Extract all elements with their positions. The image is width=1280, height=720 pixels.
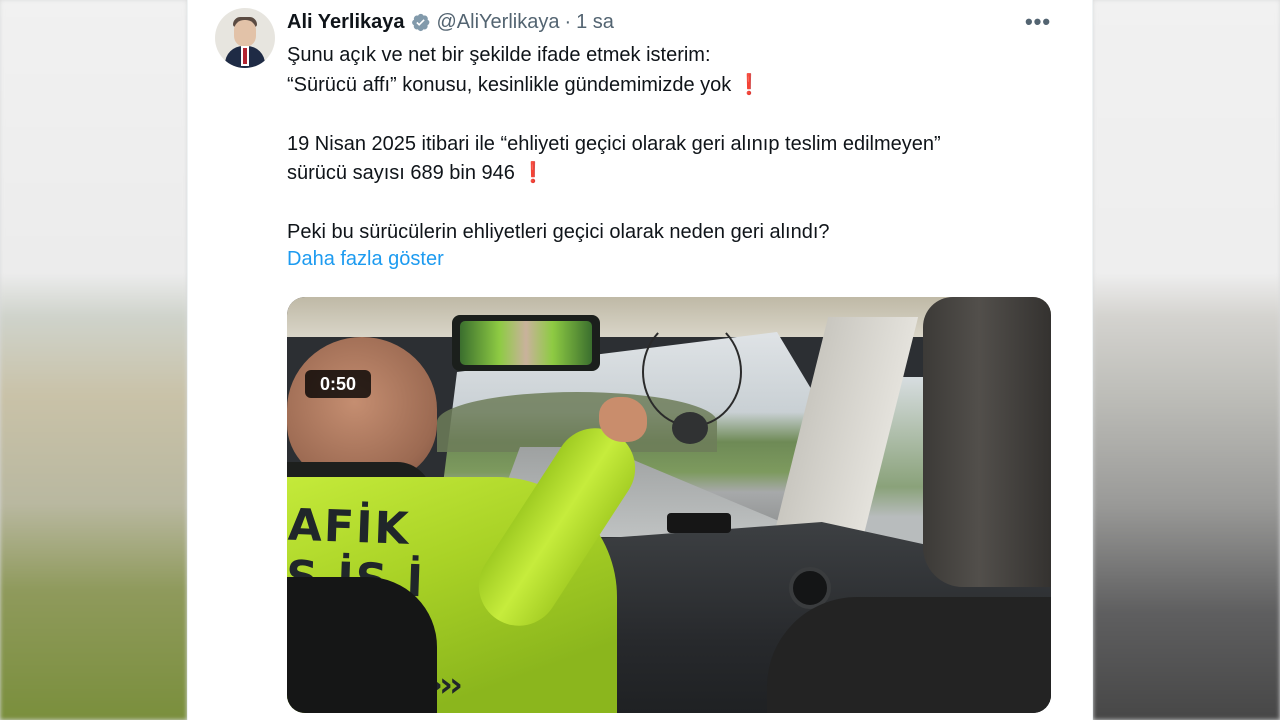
red-exclamation-icon: ❗ bbox=[520, 162, 546, 184]
video-player[interactable]: AFİK Ş İS İ ››› bbox=[287, 297, 1051, 713]
red-exclamation-icon: ❗ bbox=[736, 73, 762, 96]
avatar[interactable] bbox=[215, 8, 275, 68]
tweet-line-1: Şunu açık ve net bir şekilde ifade etmek… bbox=[287, 44, 711, 66]
author-name[interactable]: Ali Yerlikaya bbox=[287, 11, 405, 34]
blurred-backdrop-left bbox=[0, 0, 187, 720]
tweet-text: Şunu açık ve net bir şekilde ifade etmek… bbox=[287, 41, 1067, 248]
tweet-card[interactable]: Ali Yerlikaya @AliYerlikaya · 1 sa ••• Ş… bbox=[187, 0, 1093, 720]
separator: · bbox=[564, 10, 572, 33]
timestamp[interactable]: 1 sa bbox=[576, 11, 614, 34]
tweet-line-3: 19 Nisan 2025 itibari ile “ehliyeti geçi… bbox=[287, 132, 941, 155]
tweet-line-5: Peki bu sürücülerin ehliyetleri geçici o… bbox=[287, 221, 830, 243]
video-duration-badge: 0:50 bbox=[305, 370, 371, 398]
tweet-header: Ali Yerlikaya @AliYerlikaya · 1 sa bbox=[287, 9, 614, 35]
author-handle[interactable]: @AliYerlikaya bbox=[437, 11, 560, 34]
tweet-line-4: sürücü sayısı 689 bin 946 ❗ bbox=[287, 162, 546, 184]
tweet-line-2: “Sürücü affı” konusu, kesinlikle gündemi… bbox=[287, 73, 762, 96]
verified-badge-icon bbox=[410, 12, 431, 33]
show-more-link[interactable]: Daha fazla göster bbox=[287, 248, 444, 271]
blurred-backdrop-right bbox=[1093, 0, 1280, 720]
more-icon[interactable]: ••• bbox=[1024, 9, 1052, 34]
